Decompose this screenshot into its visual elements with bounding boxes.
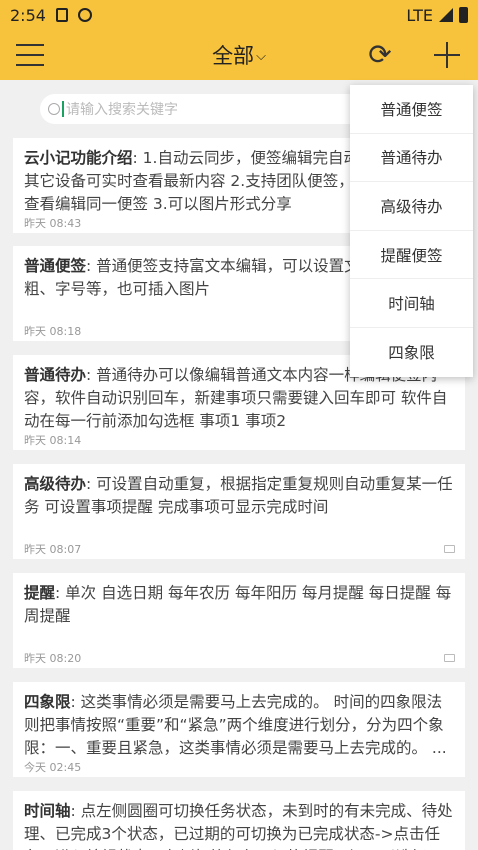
menu-item-normal-todo[interactable]: 普通待办	[350, 134, 473, 183]
device-icon	[444, 545, 455, 553]
note-card[interactable]: 时间轴: 点左侧圆圈可切换任务状态，未到时的有未完成、待处理、已完成3个状态，已…	[13, 791, 465, 850]
note-label: 云小记功能介绍	[24, 149, 133, 167]
search-icon	[48, 103, 60, 115]
note-time: 昨天 08:20	[24, 652, 82, 665]
sync-icon[interactable]: ⟳	[364, 39, 396, 71]
chevron-down-icon: ⌵	[256, 49, 266, 64]
network-type: LTE	[406, 5, 433, 25]
note-body: 时间轴: 点左侧圆圈可切换任务状态，未到时的有未完成、待处理、已完成3个状态，已…	[24, 800, 453, 850]
note-card[interactable]: 四象限: 这类事情必须是需要马上去完成的。 时间的四象限法则把事情按照“重要”和…	[13, 682, 465, 777]
note-label: 四象限	[24, 693, 71, 711]
battery-icon	[459, 7, 468, 23]
note-text: : 可设置自动重复，根据指定重复规则自动重复某一任务 可设置事项提醒 完成事项可…	[24, 475, 453, 516]
note-label: 普通便签	[24, 257, 87, 275]
status-right: LTE	[406, 6, 468, 25]
status-time: 2:54	[10, 5, 46, 25]
search-placeholder: 请输入搜索关键字	[66, 102, 178, 118]
app-bar: 全部 ⌵ ⟳	[0, 30, 478, 80]
status-bar: 2:54 LTE	[0, 0, 478, 30]
note-body: 高级待办: 可设置自动重复，根据指定重复规则自动重复某一任务 可设置事项提醒 完…	[24, 473, 453, 519]
note-body: 四象限: 这类事情必须是需要马上去完成的。 时间的四象限法则把事情按照“重要”和…	[24, 691, 453, 760]
note-time: 昨天 08:43	[24, 217, 82, 230]
note-label: 提醒	[24, 584, 56, 602]
app-notification-icon	[77, 8, 92, 22]
text-cursor	[62, 101, 64, 117]
note-text: : 这类事情必须是需要马上去完成的。 时间的四象限法则把事情按照“重要”和“紧急…	[24, 693, 447, 757]
category-selector[interactable]: 全部 ⌵	[0, 40, 478, 70]
menu-item-normal-note[interactable]: 普通便签	[350, 85, 473, 134]
note-card[interactable]: 高级待办: 可设置自动重复，根据指定重复规则自动重复某一任务 可设置事项提醒 完…	[13, 464, 465, 559]
add-note-menu: 普通便签 普通待办 高级待办 提醒便签 时间轴 四象限	[350, 85, 473, 377]
signal-icon	[439, 8, 453, 22]
page-title: 全部	[212, 44, 255, 68]
note-label: 时间轴	[24, 802, 71, 820]
sd-card-icon	[55, 8, 68, 22]
menu-item-advanced-todo[interactable]: 高级待办	[350, 182, 473, 231]
note-label: 普通待办	[24, 366, 87, 384]
device-icon	[444, 654, 455, 662]
menu-item-quadrant[interactable]: 四象限	[350, 328, 473, 377]
note-time: 昨天 08:18	[24, 325, 82, 338]
note-time: 昨天 08:14	[24, 434, 82, 447]
note-label: 高级待办	[24, 475, 87, 493]
menu-item-reminder-note[interactable]: 提醒便签	[350, 231, 473, 280]
plus-icon[interactable]	[432, 40, 462, 70]
note-time: 昨天 08:07	[24, 543, 82, 556]
note-body: 提醒: 单次 自选日期 每年农历 每年阳历 每月提醒 每日提醒 每周提醒	[24, 582, 453, 628]
menu-item-timeline[interactable]: 时间轴	[350, 279, 473, 328]
note-time: 今天 02:45	[24, 761, 82, 774]
note-text: : 单次 自选日期 每年农历 每年阳历 每月提醒 每日提醒 每周提醒	[24, 584, 452, 625]
note-text: : 点左侧圆圈可切换任务状态，未到时的有未完成、待处理、已完成3个状态，已过期的…	[24, 802, 453, 850]
note-card[interactable]: 提醒: 单次 自选日期 每年农历 每年阳历 每月提醒 每日提醒 每周提醒 昨天 …	[13, 573, 465, 668]
